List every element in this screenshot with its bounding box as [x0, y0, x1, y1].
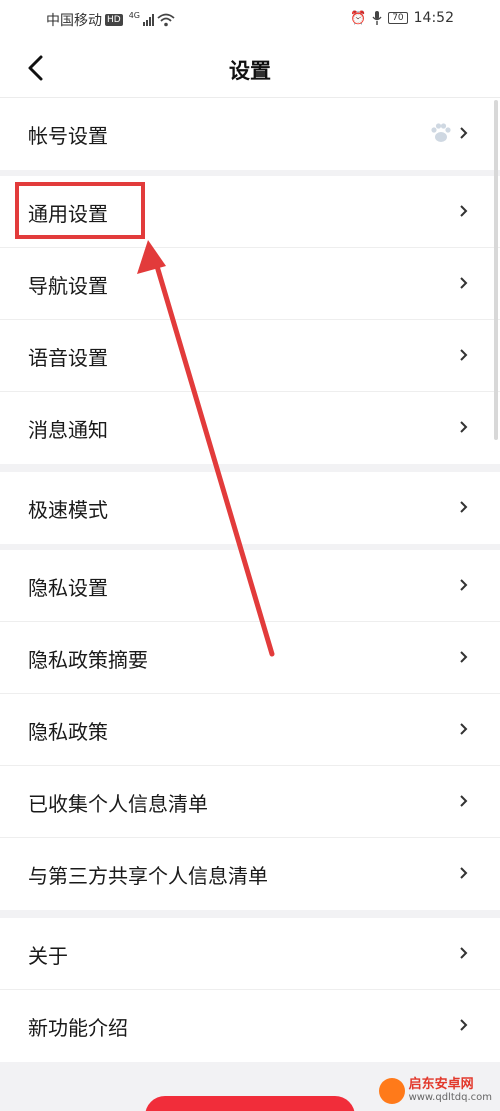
chevron-right-icon	[460, 867, 468, 879]
settings-row-account[interactable]: 帐号设置	[0, 98, 500, 170]
watermark: 启东安卓网 www.qdltdq.com	[378, 1078, 492, 1104]
settings-row-voice[interactable]: 语音设置	[0, 320, 500, 392]
row-label: 消息通知	[28, 418, 108, 442]
row-label: 新功能介绍	[28, 1016, 128, 1040]
row-label: 隐私政策	[28, 720, 108, 744]
settings-row-notifications[interactable]: 消息通知	[0, 392, 500, 464]
signal-icon	[143, 14, 154, 26]
status-left: 中国移动 HD 4G	[46, 10, 175, 30]
watermark-text: 启东安卓网 www.qdltdq.com	[409, 1078, 492, 1104]
settings-row-shared-info[interactable]: 与第三方共享个人信息清单	[0, 838, 500, 910]
chevron-right-icon	[460, 1019, 468, 1031]
battery-icon: 70	[388, 12, 408, 24]
chevron-right-icon	[460, 277, 468, 289]
settings-row-new-features[interactable]: 新功能介绍	[0, 990, 500, 1062]
scrollbar[interactable]	[494, 100, 498, 440]
navigation-bar: 设置	[0, 40, 500, 98]
chevron-right-icon	[460, 723, 468, 735]
row-label: 与第三方共享个人信息清单	[28, 864, 268, 888]
row-label: 已收集个人信息清单	[28, 792, 208, 816]
settings-row-privacy-summary[interactable]: 隐私政策摘要	[0, 622, 500, 694]
status-right: ⏰ 70 14:52	[350, 10, 454, 26]
row-label: 隐私政策摘要	[28, 648, 148, 672]
microphone-icon	[372, 11, 382, 25]
settings-section-about: 关于 新功能介绍	[0, 918, 500, 1062]
row-label: 隐私设置	[28, 576, 108, 600]
alarm-icon: ⏰	[350, 10, 367, 26]
row-label: 帐号设置	[28, 124, 108, 148]
chevron-right-icon	[460, 795, 468, 807]
row-label: 导航设置	[28, 274, 108, 298]
chevron-right-icon	[460, 579, 468, 591]
row-label: 极速模式	[28, 498, 108, 522]
row-label: 语音设置	[28, 346, 108, 370]
settings-section-speed: 极速模式	[0, 472, 500, 544]
chevron-right-icon	[460, 651, 468, 663]
hd-badge: HD	[105, 14, 123, 26]
watermark-url: www.qdltdq.com	[408, 1092, 492, 1103]
chevron-right-icon	[460, 205, 468, 217]
row-label: 关于	[28, 944, 68, 968]
watermark-logo-icon	[378, 1078, 405, 1104]
settings-row-about[interactable]: 关于	[0, 918, 500, 990]
chevron-right-icon	[460, 947, 468, 959]
settings-row-navigation[interactable]: 导航设置	[0, 248, 500, 320]
status-bar: 中国移动 HD 4G ⏰ 70 14:52	[0, 0, 500, 40]
watermark-title: 启东安卓网	[408, 1077, 474, 1092]
settings-row-collected-info[interactable]: 已收集个人信息清单	[0, 766, 500, 838]
carrier-name: 中国移动	[46, 13, 102, 29]
page-title: 设置	[229, 59, 271, 83]
chevron-right-icon	[460, 349, 468, 361]
chevron-right-icon	[460, 501, 468, 513]
chevron-right-icon	[460, 421, 468, 433]
settings-row-privacy[interactable]: 隐私设置	[0, 550, 500, 622]
settings-row-privacy-policy[interactable]: 隐私政策	[0, 694, 500, 766]
paw-icon	[431, 123, 451, 142]
wifi-icon	[157, 13, 175, 27]
settings-section-privacy: 隐私设置 隐私政策摘要 隐私政策 已收集个人信息清单 与第三方共享个人信息清单	[0, 550, 500, 910]
highlight-box	[15, 182, 145, 239]
chevron-right-icon	[460, 127, 468, 139]
clock: 14:52	[413, 10, 454, 26]
settings-section-account: 帐号设置	[0, 98, 500, 170]
network-type: 4G	[128, 10, 140, 20]
logout-button[interactable]	[145, 1096, 355, 1111]
settings-row-speed-mode[interactable]: 极速模式	[0, 472, 500, 544]
